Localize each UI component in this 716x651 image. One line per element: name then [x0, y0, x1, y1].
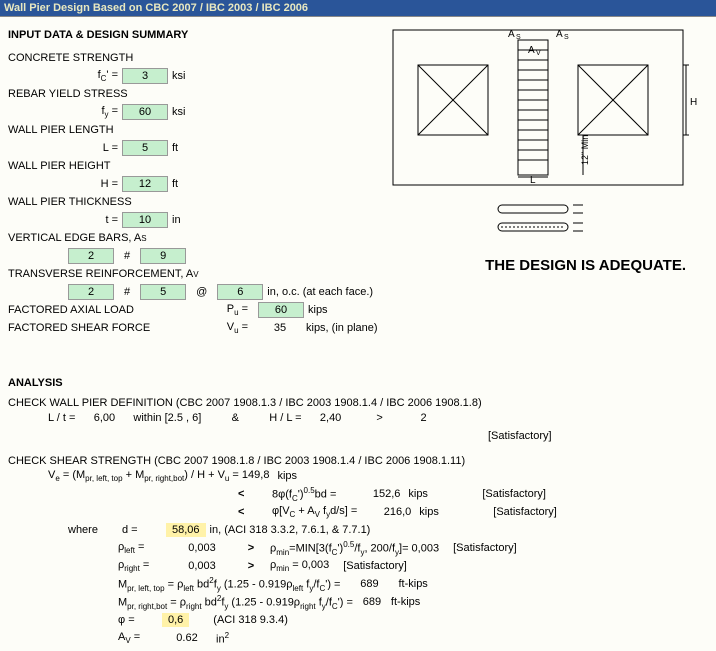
- rhomin2-expr: ρmin = 0,003: [270, 559, 329, 573]
- phivc-unit: kips: [415, 506, 479, 518]
- hl-value: 2,40: [306, 412, 356, 424]
- shear-label: FACTORED SHEAR FORCE: [8, 322, 198, 334]
- l-unit: ft: [168, 142, 232, 154]
- lt-within: within [2.5 , 6]: [133, 412, 201, 424]
- def-sat: [Satisfactory]: [488, 430, 552, 442]
- phi8-val: 152,6: [340, 488, 400, 500]
- av-label: AV =: [118, 631, 158, 645]
- at-symbol: @: [186, 286, 217, 298]
- sat-1: [Satisfactory]: [472, 488, 546, 500]
- phi-label: φ =: [118, 614, 158, 626]
- lt-op-2: <: [238, 506, 268, 518]
- svg-text:H: H: [690, 97, 697, 108]
- hl-label: H / L =: [269, 412, 301, 424]
- amp: &: [205, 412, 265, 424]
- mpr-lt-unit: ft-kips: [398, 578, 427, 590]
- lt-op-1: <: [238, 488, 268, 500]
- lt-value: 6,00: [79, 412, 129, 424]
- gt-2: >: [236, 560, 266, 572]
- rho-right-val: 0,003: [172, 560, 232, 572]
- gt-lim: 2: [404, 412, 444, 424]
- fy-symbol: fy =: [8, 105, 122, 119]
- svg-text:V: V: [536, 50, 541, 57]
- phi-ref: (ACI 318 9.3.4): [193, 614, 288, 626]
- vert-edge-size-input[interactable]: 9: [140, 248, 186, 264]
- gt-1: >: [236, 542, 266, 554]
- fy-input[interactable]: 60: [122, 104, 168, 120]
- phivc-val: 216,0: [361, 506, 411, 518]
- ve-expr: Ve = (Mpr, left, top + Mpr, right,bot) /…: [48, 469, 269, 483]
- l-input[interactable]: 5: [122, 140, 168, 156]
- ve-unit: kips: [273, 470, 337, 482]
- phi8-expr: 8φ(fC')0.5bd =: [272, 486, 336, 503]
- title-bar: Wall Pier Design Based on CBC 2007 / IBC…: [0, 0, 716, 17]
- vu-value: 35: [258, 321, 302, 335]
- pu-unit: kips: [304, 304, 368, 316]
- analysis-heading: ANALYSIS: [8, 377, 708, 389]
- axial-label: FACTORED AXIAL LOAD: [8, 304, 198, 316]
- t-unit: in: [168, 214, 232, 226]
- pu-input[interactable]: 60: [258, 302, 304, 318]
- trans-spacing-input[interactable]: 6: [217, 284, 263, 300]
- mpr-lt-val: 689: [344, 578, 394, 590]
- phi-value: 0,6: [162, 613, 189, 627]
- d-label: d =: [122, 524, 162, 536]
- rho-left-val: 0,003: [172, 542, 232, 554]
- t-input[interactable]: 10: [122, 212, 168, 228]
- av-unit: in2: [216, 631, 229, 646]
- svg-text:A: A: [556, 29, 563, 40]
- check-shear-title: CHECK SHEAR STRENGTH (CBC 2007 1908.1.8 …: [8, 455, 708, 467]
- sat-2: [Satisfactory]: [483, 506, 557, 518]
- vert-edge-count-input[interactable]: 2: [68, 248, 114, 264]
- mpr-rb-expr: Mpr, right,bot = ρright bd2fy (1.25 - 0.…: [118, 594, 353, 611]
- fc-unit: ksi: [168, 70, 232, 82]
- gt: >: [360, 412, 400, 424]
- svg-text:S: S: [516, 34, 521, 41]
- fy-unit: ksi: [168, 106, 232, 118]
- hash-symbol: #: [114, 250, 140, 262]
- mpr-lt-expr: Mpr, left, top = ρleft bd2fy (1.25 - 0.9…: [118, 576, 340, 593]
- pu-symbol: Pu =: [198, 303, 248, 317]
- fc-symbol: fC' =: [8, 69, 122, 83]
- h-input[interactable]: 12: [122, 176, 168, 192]
- svg-text:A: A: [508, 29, 515, 40]
- lt-label: L / t =: [48, 412, 75, 424]
- phivc-expr: φ[VC + AV fyd/s] =: [272, 505, 357, 519]
- rho-right-sym: ρright =: [118, 559, 168, 573]
- svg-text:12" Min: 12" Min: [580, 135, 590, 165]
- trans-count-input[interactable]: 2: [68, 284, 114, 300]
- h-unit: ft: [168, 178, 232, 190]
- pier-diagram: AS AS AV H L 12" Min: [388, 25, 708, 248]
- l-symbol: L =: [8, 142, 122, 154]
- d-value: 58,06: [166, 523, 206, 537]
- t-symbol: t =: [8, 214, 122, 226]
- h-symbol: H =: [8, 178, 122, 190]
- mpr-rb-unit: ft-kips: [391, 596, 420, 608]
- trans-unit: in, o.c. (at each face.): [263, 286, 373, 298]
- check-def-title: CHECK WALL PIER DEFINITION (CBC 2007 190…: [8, 397, 708, 409]
- sat-3: [Satisfactory]: [443, 542, 517, 554]
- sat-4: [Satisfactory]: [333, 560, 407, 572]
- hash-symbol-2: #: [114, 286, 140, 298]
- trans-size-input[interactable]: 5: [140, 284, 186, 300]
- phi8-unit: kips: [404, 488, 468, 500]
- mpr-rb-val: 689: [357, 596, 387, 608]
- av-value: 0.62: [162, 632, 212, 644]
- d-unit: in, (ACI 318 3.3.2, 7.6.1, & 7.7.1): [210, 524, 371, 536]
- where-label: where: [68, 524, 118, 536]
- svg-text:S: S: [564, 34, 569, 41]
- svg-text:A: A: [528, 45, 535, 56]
- design-adequate-message: THE DESIGN IS ADEQUATE.: [485, 257, 686, 274]
- fc-input[interactable]: 3: [122, 68, 168, 84]
- rho-left-sym: ρleft =: [118, 541, 168, 555]
- vu-symbol: Vu =: [198, 321, 248, 335]
- rhomin-expr: ρmin=MIN[3(fC')0.5/fy, 200/fy]= 0,003: [270, 540, 439, 557]
- vu-unit: kips, (in plane): [302, 322, 378, 334]
